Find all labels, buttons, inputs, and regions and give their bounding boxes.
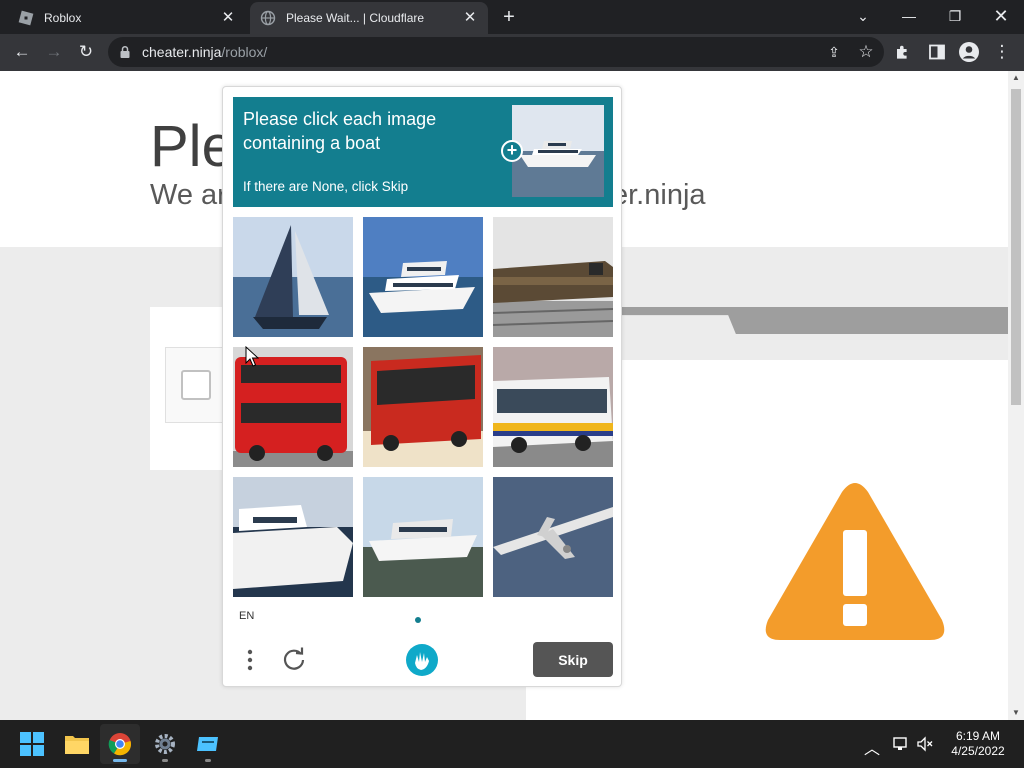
reload-icon[interactable]: ↻ <box>74 40 98 64</box>
active-app-indicator <box>113 759 127 762</box>
mouse-cursor-icon <box>245 346 259 367</box>
tab-cloudflare[interactable]: Please Wait... | Cloudflare ✕ <box>250 2 488 34</box>
prompt-text: Please click each image containing a boa… <box>243 109 437 153</box>
close-tab-icon[interactable]: ✕ <box>220 10 236 26</box>
profile-avatar-icon[interactable] <box>958 41 980 63</box>
yacht-image <box>363 477 483 597</box>
system-clock[interactable]: 6:19 AM 4/25/2022 <box>944 729 1012 759</box>
windows-logo-icon <box>20 732 44 756</box>
train-image <box>493 217 613 337</box>
chrome-taskbar-button[interactable] <box>100 724 140 764</box>
lock-icon <box>120 45 130 58</box>
human-checkbox[interactable] <box>181 370 211 400</box>
settings-taskbar-button[interactable] <box>145 724 185 764</box>
taskbar: ︿ 6:19 AM 4/25/2022 <box>0 720 1024 768</box>
image-tile-motor-yacht[interactable] <box>233 477 353 597</box>
scrollbar-thumb[interactable] <box>1011 89 1021 405</box>
add-icon: + <box>501 140 523 162</box>
folder-icon <box>65 736 89 754</box>
page-indicator-dot <box>415 617 421 623</box>
scroll-down-arrow-icon[interactable]: ▼ <box>1008 706 1024 720</box>
close-tab-icon[interactable]: ✕ <box>462 10 478 26</box>
challenge-prompt: Please click each image containing a boa… <box>233 97 613 207</box>
yacht-image <box>363 217 483 337</box>
language-selector[interactable]: EN <box>239 610 254 622</box>
tab-title: Please Wait... | Cloudflare <box>286 11 425 25</box>
chrome-menu-icon[interactable]: ⋮ <box>990 40 1014 64</box>
skip-button[interactable]: Skip <box>533 642 613 677</box>
image-tile-white-bus[interactable] <box>493 347 613 467</box>
browser-toolbar: ← → ↻ cheater.ninja/roblox/ ⇪ ☆ ⋮ <box>0 34 1024 71</box>
clock-date: 4/25/2022 <box>951 744 1005 758</box>
back-icon[interactable]: ← <box>10 40 34 64</box>
minimize-button[interactable]: — <box>894 4 924 28</box>
start-button[interactable] <box>12 724 52 764</box>
roblox-icon <box>18 10 34 26</box>
tab-roblox[interactable]: Roblox ✕ <box>8 2 246 34</box>
chrome-icon <box>108 733 132 756</box>
url-path: /roblox/ <box>221 44 268 60</box>
menu-dots-icon[interactable] <box>241 647 259 673</box>
refresh-icon[interactable] <box>281 646 307 672</box>
bus-image <box>493 347 613 467</box>
airplane-image <box>493 477 613 597</box>
extensions-icon[interactable] <box>894 43 912 61</box>
address-bar[interactable]: cheater.ninja/roblox/ <box>108 37 884 67</box>
page-subtitle-end: er.ninja <box>612 179 706 211</box>
sailboat-image <box>233 217 353 337</box>
yacht-image <box>233 477 353 597</box>
close-window-button[interactable]: ✕ <box>986 4 1016 28</box>
hcaptcha-challenge: Please click each image containing a boa… <box>222 86 622 687</box>
file-explorer-button[interactable] <box>57 724 97 764</box>
running-app-indicator <box>205 759 211 762</box>
image-grid <box>233 217 613 597</box>
scroll-up-arrow-icon[interactable]: ▲ <box>1008 71 1024 85</box>
warning-icon <box>765 483 945 640</box>
chevron-up-icon[interactable]: ︿ <box>864 735 882 758</box>
tab-title: Roblox <box>44 11 82 25</box>
image-tile-motor-boat[interactable] <box>363 477 483 597</box>
vertical-scrollbar[interactable]: ▲ ▼ <box>1008 71 1024 720</box>
gear-icon <box>155 734 175 754</box>
forward-icon[interactable]: → <box>42 40 66 64</box>
new-tab-button[interactable]: + <box>498 7 520 29</box>
boat-example-image <box>512 105 604 197</box>
globe-icon <box>260 10 276 26</box>
page-subtitle-start: We ar <box>150 179 227 211</box>
network-icon[interactable] <box>892 735 910 753</box>
url-host: cheater.ninja <box>142 44 222 60</box>
side-panel-icon[interactable] <box>928 43 946 61</box>
bus-image <box>363 347 483 467</box>
image-tile-airplane[interactable] <box>493 477 613 597</box>
speaker-muted-icon[interactable] <box>916 735 934 753</box>
clock-time: 6:19 AM <box>955 729 1001 743</box>
image-tile-red-bus[interactable] <box>363 347 483 467</box>
tab-search-icon[interactable]: ⌄ <box>848 4 878 28</box>
image-tile-sailboat[interactable] <box>233 217 353 337</box>
tab-strip: Roblox ✕ Please Wait... | Cloudflare ✕ +… <box>0 0 1024 34</box>
share-icon[interactable]: ⇪ <box>822 40 846 64</box>
image-tile-train[interactable] <box>493 217 613 337</box>
hcaptcha-logo-icon <box>406 644 438 676</box>
restore-button[interactable]: ❐ <box>940 4 970 28</box>
app-window-icon <box>197 737 218 751</box>
running-app-indicator <box>162 759 168 762</box>
bookmark-star-icon[interactable]: ☆ <box>854 40 878 64</box>
app-taskbar-button[interactable] <box>188 724 228 764</box>
prompt-hint: If there are None, click Skip <box>243 179 409 194</box>
image-tile-yacht[interactable] <box>363 217 483 337</box>
